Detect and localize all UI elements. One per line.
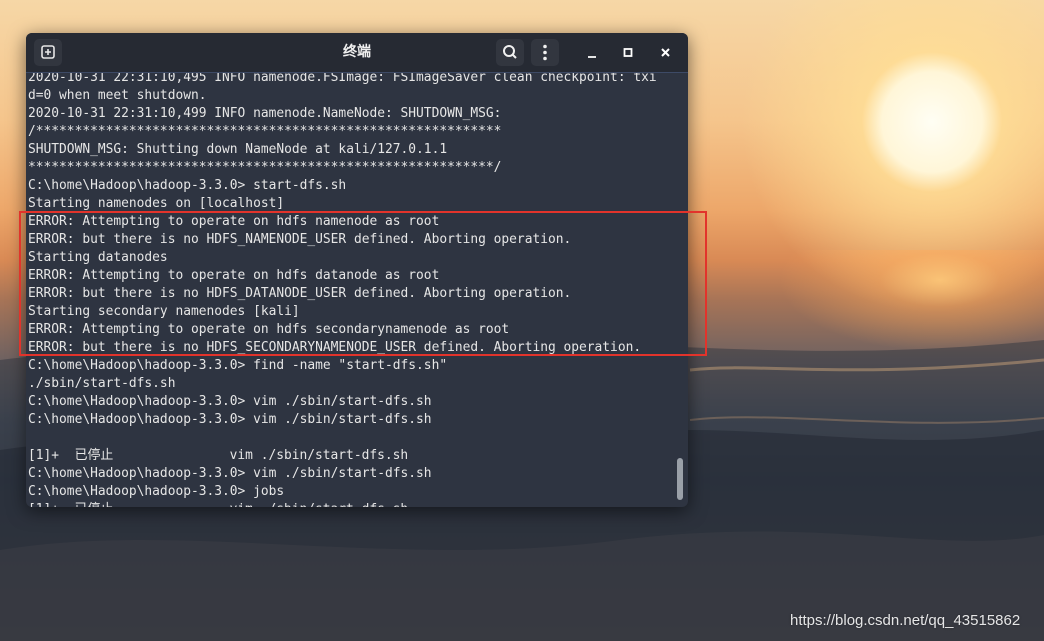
- terminal-line: d=0 when meet shutdown.: [28, 88, 207, 103]
- new-tab-icon: [41, 45, 55, 59]
- minimize-button[interactable]: [578, 39, 606, 66]
- terminal-line: C:\home\Hadoop\hadoop-3.3.0> vim ./sbin/…: [28, 394, 432, 409]
- desktop-wallpaper: 终端 2020-10-31 22:31:10,495 INFO namenode…: [0, 0, 1044, 641]
- close-button[interactable]: [652, 39, 680, 66]
- terminal-line: C:\home\Hadoop\hadoop-3.3.0> vim ./sbin/…: [28, 412, 432, 427]
- terminal-line: /***************************************…: [28, 124, 502, 139]
- close-icon: [661, 48, 670, 57]
- maximize-button[interactable]: [614, 39, 642, 66]
- terminal-line: C:\home\Hadoop\hadoop-3.3.0> start-dfs.s…: [28, 178, 347, 193]
- terminal-output[interactable]: 2020-10-31 22:31:10,495 INFO namenode.FS…: [26, 73, 688, 507]
- watermark: https://blog.csdn.net/qq_43515862: [790, 612, 1021, 629]
- title-bar[interactable]: 终端: [26, 33, 688, 73]
- terminal-line: SHUTDOWN_MSG: Shutting down NameNode at …: [28, 142, 448, 157]
- kebab-menu-icon: [543, 44, 547, 61]
- terminal-line: ERROR: but there is no HDFS_SECONDARYNAM…: [28, 340, 642, 355]
- terminal-window[interactable]: 终端 2020-10-31 22:31:10,495 INFO namenode…: [26, 33, 688, 507]
- terminal-line: ****************************************…: [28, 160, 502, 175]
- terminal-line: ./sbin/start-dfs.sh: [28, 376, 176, 391]
- terminal-line: ERROR: but there is no HDFS_DATANODE_USE…: [28, 286, 572, 301]
- terminal-line: 2020-10-31 22:31:10,495 INFO namenode.FS…: [28, 73, 657, 85]
- terminal-line: [1]+ 已停止 vim ./sbin/start-dfs.sh: [28, 501, 657, 507]
- terminal-line: Starting namenodes on [localhost]: [28, 196, 285, 211]
- terminal-line: ERROR: Attempting to operate on hdfs dat…: [28, 268, 440, 283]
- terminal-line: ERROR: Attempting to operate on hdfs sec…: [28, 322, 510, 337]
- new-tab-button[interactable]: [34, 39, 62, 66]
- terminal-line: Starting secondary namenodes [kali]: [28, 304, 300, 319]
- terminal-line: C:\home\Hadoop\hadoop-3.3.0> find -name …: [28, 358, 448, 373]
- terminal-lines: 2020-10-31 22:31:10,495 INFO namenode.FS…: [28, 73, 657, 507]
- terminal-line: ERROR: but there is no HDFS_NAMENODE_USE…: [28, 232, 572, 247]
- minimize-icon: [588, 56, 596, 58]
- search-icon: [503, 45, 517, 59]
- terminal-line: C:\home\Hadoop\hadoop-3.3.0> vim ./sbin/…: [28, 466, 432, 481]
- terminal-line: 2020-10-31 22:31:10,499 INFO namenode.Na…: [28, 106, 502, 121]
- scrollbar-thumb[interactable]: [677, 458, 683, 500]
- terminal-line: ERROR: Attempting to operate on hdfs nam…: [28, 214, 440, 229]
- terminal-line: Starting datanodes: [28, 250, 168, 265]
- maximize-icon: [623, 48, 633, 57]
- terminal-line: C:\home\Hadoop\hadoop-3.3.0> jobs: [28, 484, 285, 499]
- menu-button[interactable]: [531, 39, 559, 66]
- terminal-line: [1]+ 已停止 vim ./sbin/start-dfs.sh: [28, 448, 409, 463]
- sun-reflection: [760, 250, 1044, 360]
- search-button[interactable]: [496, 39, 524, 66]
